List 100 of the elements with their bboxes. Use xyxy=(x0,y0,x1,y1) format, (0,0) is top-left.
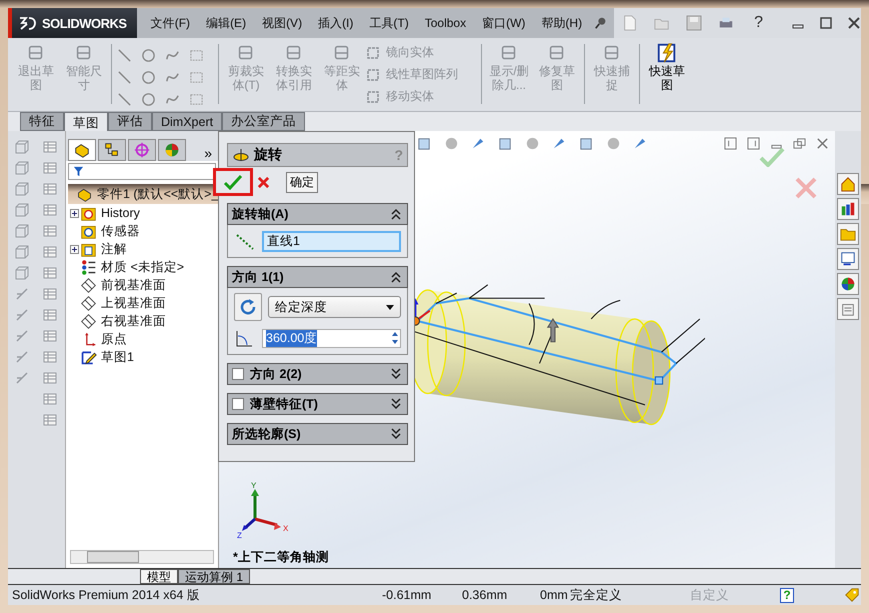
angle-field[interactable]: 360.00度 xyxy=(262,328,401,348)
tree-item[interactable]: 原点 xyxy=(101,330,127,348)
help-button[interactable]: ? xyxy=(754,14,763,32)
section-header[interactable]: 薄壁特征(T) xyxy=(227,393,408,415)
section-header[interactable]: 旋转轴(A) xyxy=(227,203,408,225)
view-cube-icon[interactable] xyxy=(14,202,30,218)
tab[interactable]: 办公室产品 xyxy=(222,112,306,131)
tool-icon[interactable] xyxy=(14,370,30,386)
sketch-tool-icon[interactable] xyxy=(117,70,132,84)
view-cube-icon[interactable] xyxy=(14,160,30,176)
tree-item[interactable]: History xyxy=(101,206,140,220)
checkbox[interactable] xyxy=(232,368,244,380)
table-icon[interactable] xyxy=(42,370,58,386)
spinner-icon[interactable] xyxy=(390,330,400,346)
maximize-icon[interactable] xyxy=(819,16,833,30)
filter-field[interactable] xyxy=(68,163,216,180)
view-toolbar-icon[interactable] xyxy=(605,135,622,152)
table-icon[interactable] xyxy=(42,349,58,365)
tab[interactable]: 草图 xyxy=(64,112,108,133)
expand-icon[interactable] xyxy=(391,398,401,410)
menu-item[interactable]: 编辑(E) xyxy=(198,14,254,32)
menu-item[interactable]: Toolbox xyxy=(416,16,474,30)
help-button[interactable]: ? xyxy=(780,588,794,602)
menu-item[interactable]: 工具(T) xyxy=(361,14,417,32)
clipboard-icon[interactable] xyxy=(837,298,859,320)
folder-icon[interactable] xyxy=(837,223,859,245)
table-icon[interactable] xyxy=(42,160,58,176)
axis-field[interactable]: 直线1 xyxy=(262,230,401,252)
table-icon[interactable] xyxy=(42,244,58,260)
menu-item[interactable]: 帮助(H) xyxy=(533,14,590,32)
table-icon[interactable] xyxy=(42,391,58,407)
view-cube-icon[interactable] xyxy=(14,223,30,239)
view-toolbar-icon[interactable] xyxy=(524,135,541,152)
split-view-icon[interactable] xyxy=(724,137,737,150)
tab[interactable]: 模型 xyxy=(140,569,178,584)
section-header[interactable]: 方向 1(1) xyxy=(227,266,408,288)
sketch-tool-icon[interactable] xyxy=(117,48,132,62)
ok-check-icon[interactable] xyxy=(223,174,243,190)
tag-icon[interactable] xyxy=(844,587,860,603)
sketch-tool-icon[interactable] xyxy=(189,48,204,62)
tree-item[interactable]: 右视基准面 xyxy=(101,312,166,330)
restore-icon[interactable] xyxy=(793,137,806,150)
tool-icon[interactable] xyxy=(14,349,30,365)
collapse-icon[interactable] xyxy=(391,271,401,283)
end-condition-dropdown[interactable]: 给定深度 xyxy=(268,296,401,318)
sketch-tool-icon[interactable] xyxy=(141,48,156,62)
tree-item[interactable]: 上视基准面 xyxy=(101,294,166,312)
expand-icon[interactable] xyxy=(391,428,401,440)
confirm-check-icon[interactable] xyxy=(759,147,785,167)
sketch-tool-icon[interactable] xyxy=(141,92,156,106)
table-icon[interactable] xyxy=(42,223,58,239)
view-cube-icon[interactable] xyxy=(14,139,30,155)
table-icon[interactable] xyxy=(42,412,58,428)
table-icon[interactable] xyxy=(42,181,58,197)
table-icon[interactable] xyxy=(42,265,58,281)
cancel-x-icon[interactable] xyxy=(257,176,270,188)
expand-button[interactable]: » xyxy=(204,145,216,161)
menu-item[interactable]: 视图(V) xyxy=(254,14,310,32)
ribbon-button[interactable]: 快速草图 xyxy=(643,40,691,94)
tree-item[interactable]: 前视基准面 xyxy=(101,276,166,294)
tab[interactable]: 运动算例 1 xyxy=(178,569,250,584)
split-view-icon[interactable] xyxy=(747,137,760,150)
sketch-tool-icon[interactable] xyxy=(189,92,204,106)
tree-item[interactable]: 注解 xyxy=(101,240,127,258)
part-icon[interactable] xyxy=(68,139,96,161)
view-cube-icon[interactable] xyxy=(14,244,30,260)
section-header[interactable]: 所选轮廓(S) xyxy=(227,423,408,445)
tree-item[interactable]: 传感器 xyxy=(101,222,140,240)
table-icon[interactable] xyxy=(42,286,58,302)
tool-icon[interactable] xyxy=(14,328,30,344)
section-header[interactable]: 方向 2(2) xyxy=(227,363,408,385)
sketch-tool-icon[interactable] xyxy=(117,92,132,106)
menu-item[interactable]: 文件(F) xyxy=(142,14,198,32)
tree-item[interactable]: 草图1 xyxy=(101,348,134,366)
table-icon[interactable] xyxy=(42,202,58,218)
expand-icon[interactable] xyxy=(70,244,78,254)
reverse-direction-icon[interactable] xyxy=(234,293,262,321)
tab[interactable]: 特征 xyxy=(20,112,64,131)
tree-item[interactable]: 零件1 (默认<<默认>_ xyxy=(97,186,218,202)
tab[interactable]: 评估 xyxy=(108,112,152,131)
tool-icon[interactable] xyxy=(14,286,30,302)
table-icon[interactable] xyxy=(42,328,58,344)
expand-icon[interactable] xyxy=(391,368,401,380)
save-icon[interactable] xyxy=(686,15,702,31)
checkbox[interactable] xyxy=(232,398,244,410)
view-toolbar-icon[interactable] xyxy=(443,135,460,152)
view-cube-icon[interactable] xyxy=(14,265,30,281)
view-cube-icon[interactable] xyxy=(14,181,30,197)
home-icon[interactable] xyxy=(837,173,859,195)
sketch-tool-icon[interactable] xyxy=(141,70,156,84)
tab[interactable]: DimXpert xyxy=(152,112,222,131)
expand-icon[interactable] xyxy=(70,208,78,218)
new-document-icon[interactable] xyxy=(622,15,638,31)
property-tree-icon[interactable] xyxy=(98,139,126,161)
cancel-x-icon[interactable] xyxy=(795,177,817,199)
menu-item[interactable]: 插入(I) xyxy=(310,14,362,32)
view-palette-icon[interactable] xyxy=(837,248,859,270)
sketch-tool-icon[interactable] xyxy=(189,70,204,84)
collapse-icon[interactable] xyxy=(391,208,401,220)
pin-icon[interactable] xyxy=(594,16,608,30)
